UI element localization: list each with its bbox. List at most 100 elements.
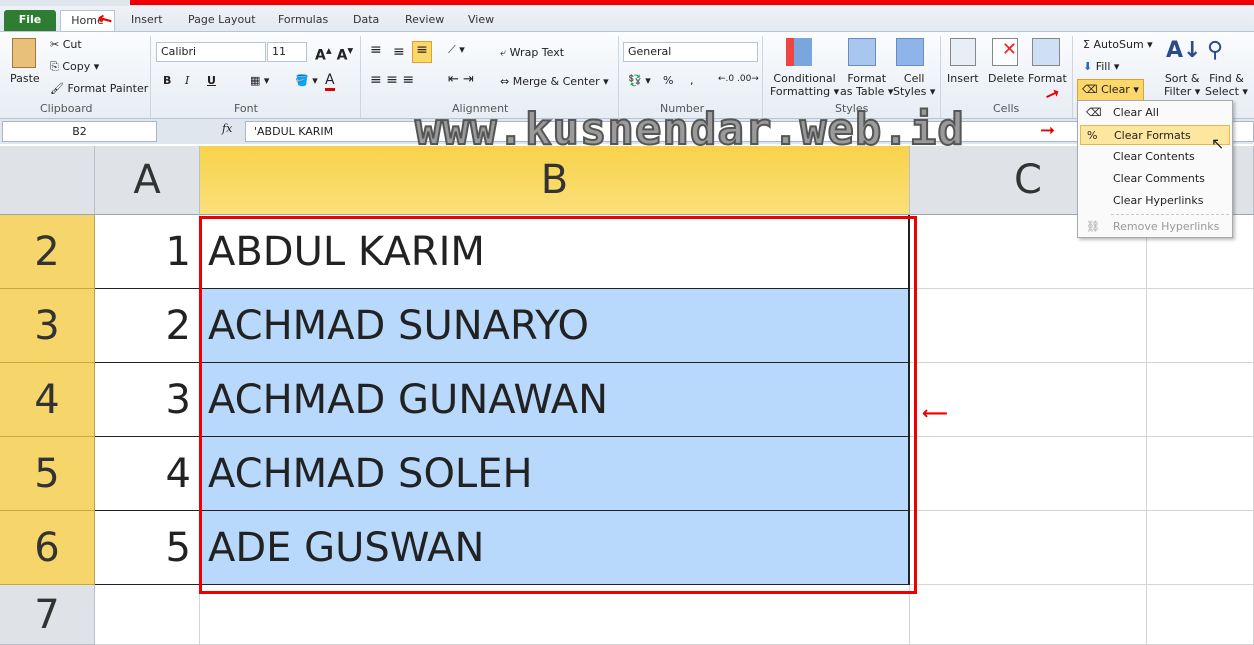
paste-button[interactable]: Paste (10, 72, 40, 85)
tab-file[interactable]: File (4, 10, 56, 32)
cell-a[interactable]: 3 (95, 363, 200, 437)
unlink-icon: ⛓ (1086, 220, 1100, 233)
borders-icon[interactable]: ▦ ▾ (250, 74, 269, 87)
row-header[interactable]: 7 (0, 585, 95, 645)
merge-center-button[interactable]: ⇔ Merge & Center ▾ (500, 75, 609, 88)
format-as-table-button[interactable]: Format as Table ▾ (840, 72, 893, 98)
menu-item-clear-formats[interactable]: % Clear Formats (1080, 125, 1230, 145)
grow-font-icon[interactable]: A▴ A▾ (315, 43, 353, 64)
tab-insert[interactable]: Insert (131, 10, 163, 32)
cell-b[interactable]: ACHMAD SOLEH (200, 437, 910, 511)
copy-button[interactable]: ⎘ Copy ▾ (50, 60, 99, 74)
align-top-icon[interactable]: ≡ (370, 42, 382, 58)
row-header[interactable]: 4 (0, 363, 95, 437)
clear-button[interactable]: ⌫ Clear ▾ (1077, 79, 1144, 101)
tab-data[interactable]: Data (353, 10, 379, 32)
currency-icon[interactable]: 💱 ▾ (628, 74, 651, 87)
column-header-a[interactable]: A (95, 146, 200, 215)
align-middle-icon[interactable]: ≡ (393, 44, 405, 60)
italic-button[interactable]: I (185, 74, 189, 87)
row-header[interactable]: 2 (0, 215, 95, 289)
cell-a[interactable] (95, 585, 200, 645)
wrap-text-label: Wrap Text (509, 46, 565, 59)
cell-c[interactable] (910, 511, 1147, 585)
row-header[interactable]: 6 (0, 511, 95, 585)
annotation-arrow: ➞ (1040, 120, 1056, 141)
decimal-icon[interactable]: ←.0 .00→ (718, 74, 759, 84)
menu-divider (1111, 214, 1229, 215)
autosum-button[interactable]: Σ AutoSum ▾ (1083, 38, 1153, 51)
orientation-icon[interactable]: ⟋ ▾ (448, 43, 465, 57)
cell-c[interactable] (910, 437, 1147, 511)
clear-dropdown-menu: ⌫ Clear All % Clear Formats Clear Contents… (1077, 100, 1233, 238)
format-painter-button[interactable]: 🖌 Format Painter (50, 82, 148, 95)
insert-cells-icon (950, 38, 976, 66)
cell-b[interactable]: ADE GUSWAN (200, 511, 910, 585)
cell-c[interactable] (910, 585, 1147, 645)
group-cells: Cells (993, 102, 1020, 115)
select-all-corner[interactable] (0, 146, 95, 215)
fill-button[interactable]: ⬇ Fill ▾ (1083, 60, 1119, 73)
tab-view[interactable]: View (468, 10, 494, 32)
comma-button[interactable]: , (690, 74, 694, 87)
cell-d[interactable] (1147, 437, 1254, 511)
row-header[interactable]: 5 (0, 437, 95, 511)
cell-d[interactable] (1147, 363, 1254, 437)
indent-icon[interactable]: ⇤ ⇥ (448, 72, 474, 87)
mouse-cursor-icon: ↖ (1211, 134, 1225, 153)
menu-item-clear-contents[interactable]: Clear Contents (1080, 147, 1230, 167)
conditional-formatting-button[interactable]: Conditional Formatting ▾ (770, 72, 839, 98)
find-select-button[interactable]: Find & Select ▾ (1205, 72, 1248, 98)
align-left-icon[interactable]: ≡ ≡ ≡ (370, 72, 414, 88)
group-clipboard: Clipboard (40, 102, 93, 115)
cell-a[interactable]: 5 (95, 511, 200, 585)
delete-button[interactable]: Delete (988, 72, 1024, 85)
wrap-text-button[interactable]: ⤶ Wrap Text (500, 46, 564, 60)
insert-button[interactable]: Insert (947, 72, 979, 85)
cell-b[interactable] (200, 585, 910, 645)
percent-button[interactable]: % (663, 74, 673, 87)
ribbon-tabs: File Home Insert Page Layout Formulas Da… (0, 6, 1254, 33)
align-bottom-icon[interactable]: ≡ (412, 41, 432, 63)
cell-d[interactable] (1147, 511, 1254, 585)
label: Clear All (1113, 106, 1159, 119)
label: Fill (1095, 60, 1111, 73)
cell-d[interactable] (1147, 289, 1254, 363)
copy-icon: ⎘ (50, 60, 59, 73)
cell-d[interactable] (1147, 585, 1254, 645)
cell-b[interactable]: ACHMAD SUNARYO (200, 289, 910, 363)
menu-item-remove-hyperlinks[interactable]: ⛓ Remove Hyperlinks (1080, 217, 1230, 237)
cell-a[interactable]: 2 (95, 289, 200, 363)
conditional-formatting-icon (786, 38, 812, 66)
annotation-arrow: ➞ (1041, 81, 1064, 108)
sort-filter-button[interactable]: Sort & Filter ▾ (1164, 72, 1200, 98)
cell-b[interactable]: ABDUL KARIM (200, 215, 910, 289)
menu-item-clear-all[interactable]: ⌫ Clear All (1080, 103, 1230, 123)
cell-styles-button[interactable]: Cell Styles ▾ (893, 72, 935, 98)
cell-c[interactable] (910, 289, 1147, 363)
cell-c[interactable] (910, 363, 1147, 437)
cell-a[interactable]: 1 (95, 215, 200, 289)
menu-item-clear-comments[interactable]: Clear Comments (1080, 169, 1230, 189)
bold-button[interactable]: B (163, 74, 171, 87)
tab-review[interactable]: Review (405, 10, 444, 32)
format-button[interactable]: Format (1028, 72, 1067, 85)
font-size-select[interactable]: 11 (267, 42, 307, 62)
number-format-select[interactable]: General (623, 42, 758, 62)
font-name-select[interactable]: Calibri (156, 42, 266, 62)
underline-button[interactable]: U (207, 74, 216, 87)
font-color-icon[interactable]: A (325, 72, 335, 91)
cut-button[interactable]: ✂ Cut (50, 38, 82, 51)
label: Filter (1164, 85, 1192, 98)
cell-a[interactable]: 4 (95, 437, 200, 511)
row-header[interactable]: 3 (0, 289, 95, 363)
name-box[interactable]: B2 (2, 121, 157, 142)
menu-item-clear-hyperlinks[interactable]: Clear Hyperlinks (1080, 191, 1230, 211)
cell-b[interactable]: ACHMAD GUNAWAN (200, 363, 910, 437)
tab-page-layout[interactable]: Page Layout (188, 10, 256, 32)
fill-color-icon[interactable]: 🪣 ▾ (295, 74, 318, 87)
column-header-b[interactable]: B (200, 146, 910, 215)
fx-button[interactable]: fx (222, 122, 232, 135)
tab-formulas[interactable]: Formulas (278, 10, 328, 32)
cut-label: Cut (62, 38, 82, 51)
